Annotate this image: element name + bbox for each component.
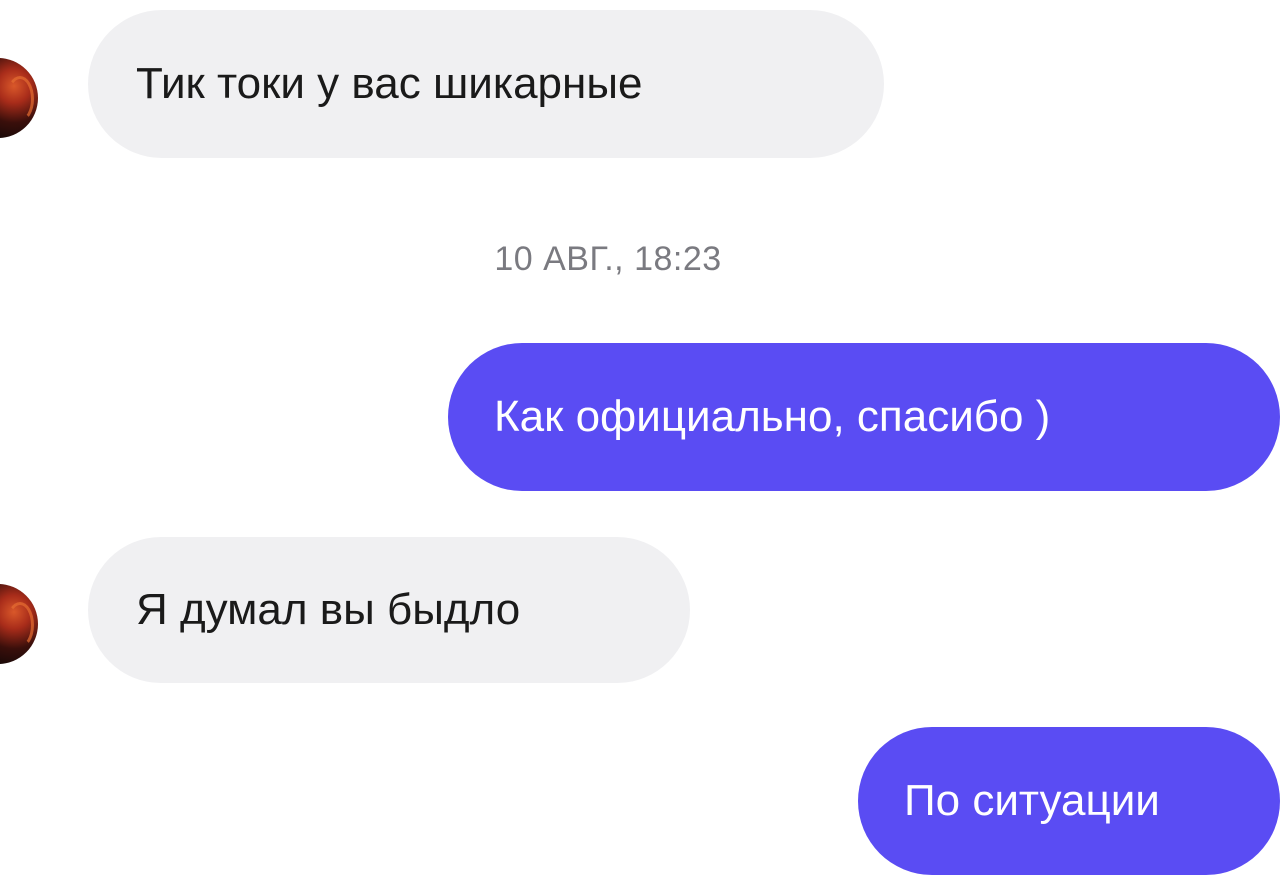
message-text: Я думал вы быдло	[136, 585, 521, 634]
message-text: По ситуации	[904, 776, 1160, 825]
message-timestamp: 10 АВГ., 18:23	[494, 240, 722, 278]
outgoing-message-bubble[interactable]: По ситуации	[858, 727, 1280, 875]
incoming-message-bubble[interactable]: Я думал вы быдло	[88, 537, 690, 683]
incoming-message-bubble[interactable]: Тик токи у вас шикарные	[88, 10, 884, 158]
message-text: Как официально, спасибо )	[494, 392, 1051, 441]
message-text: Тик токи у вас шикарные	[136, 59, 643, 108]
contact-avatar[interactable]	[0, 584, 38, 664]
chat-thread: Тик токи у вас шикарные 10 АВГ., 18:23 К…	[0, 0, 1280, 885]
contact-avatar[interactable]	[0, 58, 38, 138]
outgoing-message-bubble[interactable]: Как официально, спасибо )	[448, 343, 1280, 491]
